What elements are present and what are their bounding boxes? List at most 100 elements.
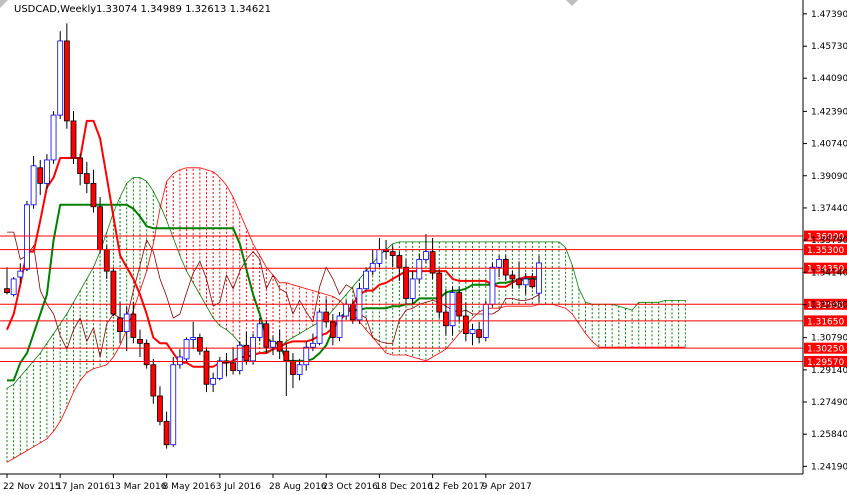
candle-body xyxy=(70,120,77,159)
chart-ohlc: 1.33074 1.34989 1.32613 1.34621 xyxy=(96,4,271,15)
candle xyxy=(329,314,336,346)
candle-body xyxy=(290,360,296,375)
corner-marker-icon xyxy=(0,0,8,8)
candle xyxy=(343,300,350,320)
x-tick-label: 23 Oct 2016 xyxy=(322,482,378,492)
candle-body xyxy=(509,274,516,280)
candle-body xyxy=(296,364,303,375)
candle xyxy=(323,298,330,328)
corner-marker-icon xyxy=(566,0,578,6)
x-tick-label: 12 Feb 2017 xyxy=(429,482,485,492)
candle-body xyxy=(389,251,396,256)
senkou-span-a xyxy=(6,177,686,389)
candle-body xyxy=(343,303,350,317)
candle xyxy=(50,111,57,164)
candle-body xyxy=(536,262,542,294)
chart-title: USDCAD,Weekly xyxy=(14,4,96,15)
candle xyxy=(409,271,416,305)
candle-body xyxy=(176,356,183,366)
candle-body xyxy=(409,278,416,299)
candle xyxy=(70,111,77,164)
candle-body xyxy=(183,339,190,360)
candle-body xyxy=(17,270,24,278)
candle-body xyxy=(210,378,217,385)
candle xyxy=(283,343,290,396)
candle-body xyxy=(423,251,429,260)
candle xyxy=(196,333,203,356)
y-tick-label: 1.47390 xyxy=(811,10,847,20)
candle xyxy=(516,261,522,289)
candle xyxy=(90,169,97,213)
candle-body xyxy=(403,266,409,299)
candle-body xyxy=(442,311,449,327)
candle xyxy=(170,356,177,447)
candle xyxy=(489,263,496,307)
candle-body xyxy=(77,157,84,175)
candle-body xyxy=(416,259,423,280)
candle-body xyxy=(90,182,97,208)
candle xyxy=(270,335,276,356)
candle xyxy=(449,286,456,336)
candle-body xyxy=(469,329,476,334)
y-tick-label: 1.39090 xyxy=(811,172,847,182)
candle-body xyxy=(529,278,536,288)
x-tick-label: 13 Mar 2016 xyxy=(109,482,166,492)
x-tick-label: 28 Aug 2016 xyxy=(269,482,327,492)
candle xyxy=(137,329,143,357)
candle-body xyxy=(349,303,356,321)
y-tick-label: 1.42390 xyxy=(811,107,847,117)
candle xyxy=(183,337,190,363)
candle-body xyxy=(130,313,137,338)
candle-body xyxy=(137,339,143,344)
x-tick-label: 3 Jul 2016 xyxy=(216,482,261,492)
candle-body xyxy=(436,272,443,313)
y-tick-label: 1.29140 xyxy=(811,366,847,376)
candle xyxy=(316,310,323,346)
candle xyxy=(423,234,429,264)
candle-body xyxy=(216,360,223,379)
candle-body xyxy=(50,114,57,161)
candle-body xyxy=(63,40,70,122)
candle-body xyxy=(250,337,256,362)
candle xyxy=(190,321,197,350)
candle-body xyxy=(369,262,376,272)
candle-body xyxy=(256,323,263,338)
candle-body xyxy=(336,315,343,338)
y-tick-label: 1.32480 xyxy=(811,301,847,311)
candle xyxy=(529,273,536,289)
candle xyxy=(376,237,383,268)
candle xyxy=(83,161,90,194)
x-tick-label: 22 Nov 2015 xyxy=(3,482,61,492)
candle-body xyxy=(303,346,310,366)
candle-body xyxy=(83,173,90,184)
y-tick-label: 1.35790 xyxy=(811,236,847,246)
candle-body xyxy=(203,350,210,385)
candle xyxy=(276,329,283,359)
candle xyxy=(157,386,163,426)
candle xyxy=(216,356,223,381)
candle xyxy=(469,323,476,346)
y-tick-label: 1.44090 xyxy=(811,74,847,84)
candle-body xyxy=(316,311,323,344)
level-price-label: 1.35300 xyxy=(807,246,844,256)
candle-body xyxy=(10,278,17,295)
level-price-label: 1.30250 xyxy=(807,345,844,355)
candle xyxy=(303,341,310,371)
candle-body xyxy=(24,204,30,270)
candle xyxy=(150,358,157,404)
candle xyxy=(476,321,483,344)
candle-body xyxy=(157,395,163,422)
candle-body xyxy=(489,266,496,305)
candle xyxy=(30,156,37,209)
candle xyxy=(250,333,256,365)
candle xyxy=(57,31,64,119)
candle xyxy=(336,312,343,342)
candle xyxy=(356,282,363,324)
candle-body xyxy=(163,420,170,446)
candle xyxy=(223,353,230,377)
ichimoku-lines xyxy=(6,119,686,463)
x-tick-label: 9 Apr 2017 xyxy=(482,482,532,492)
y-tick-label: 1.45730 xyxy=(811,42,847,52)
chart-root: 1.36000 1.35300 1.34350 1.32500 1.31650 1.302… xyxy=(0,0,847,494)
candle-body xyxy=(363,270,370,290)
